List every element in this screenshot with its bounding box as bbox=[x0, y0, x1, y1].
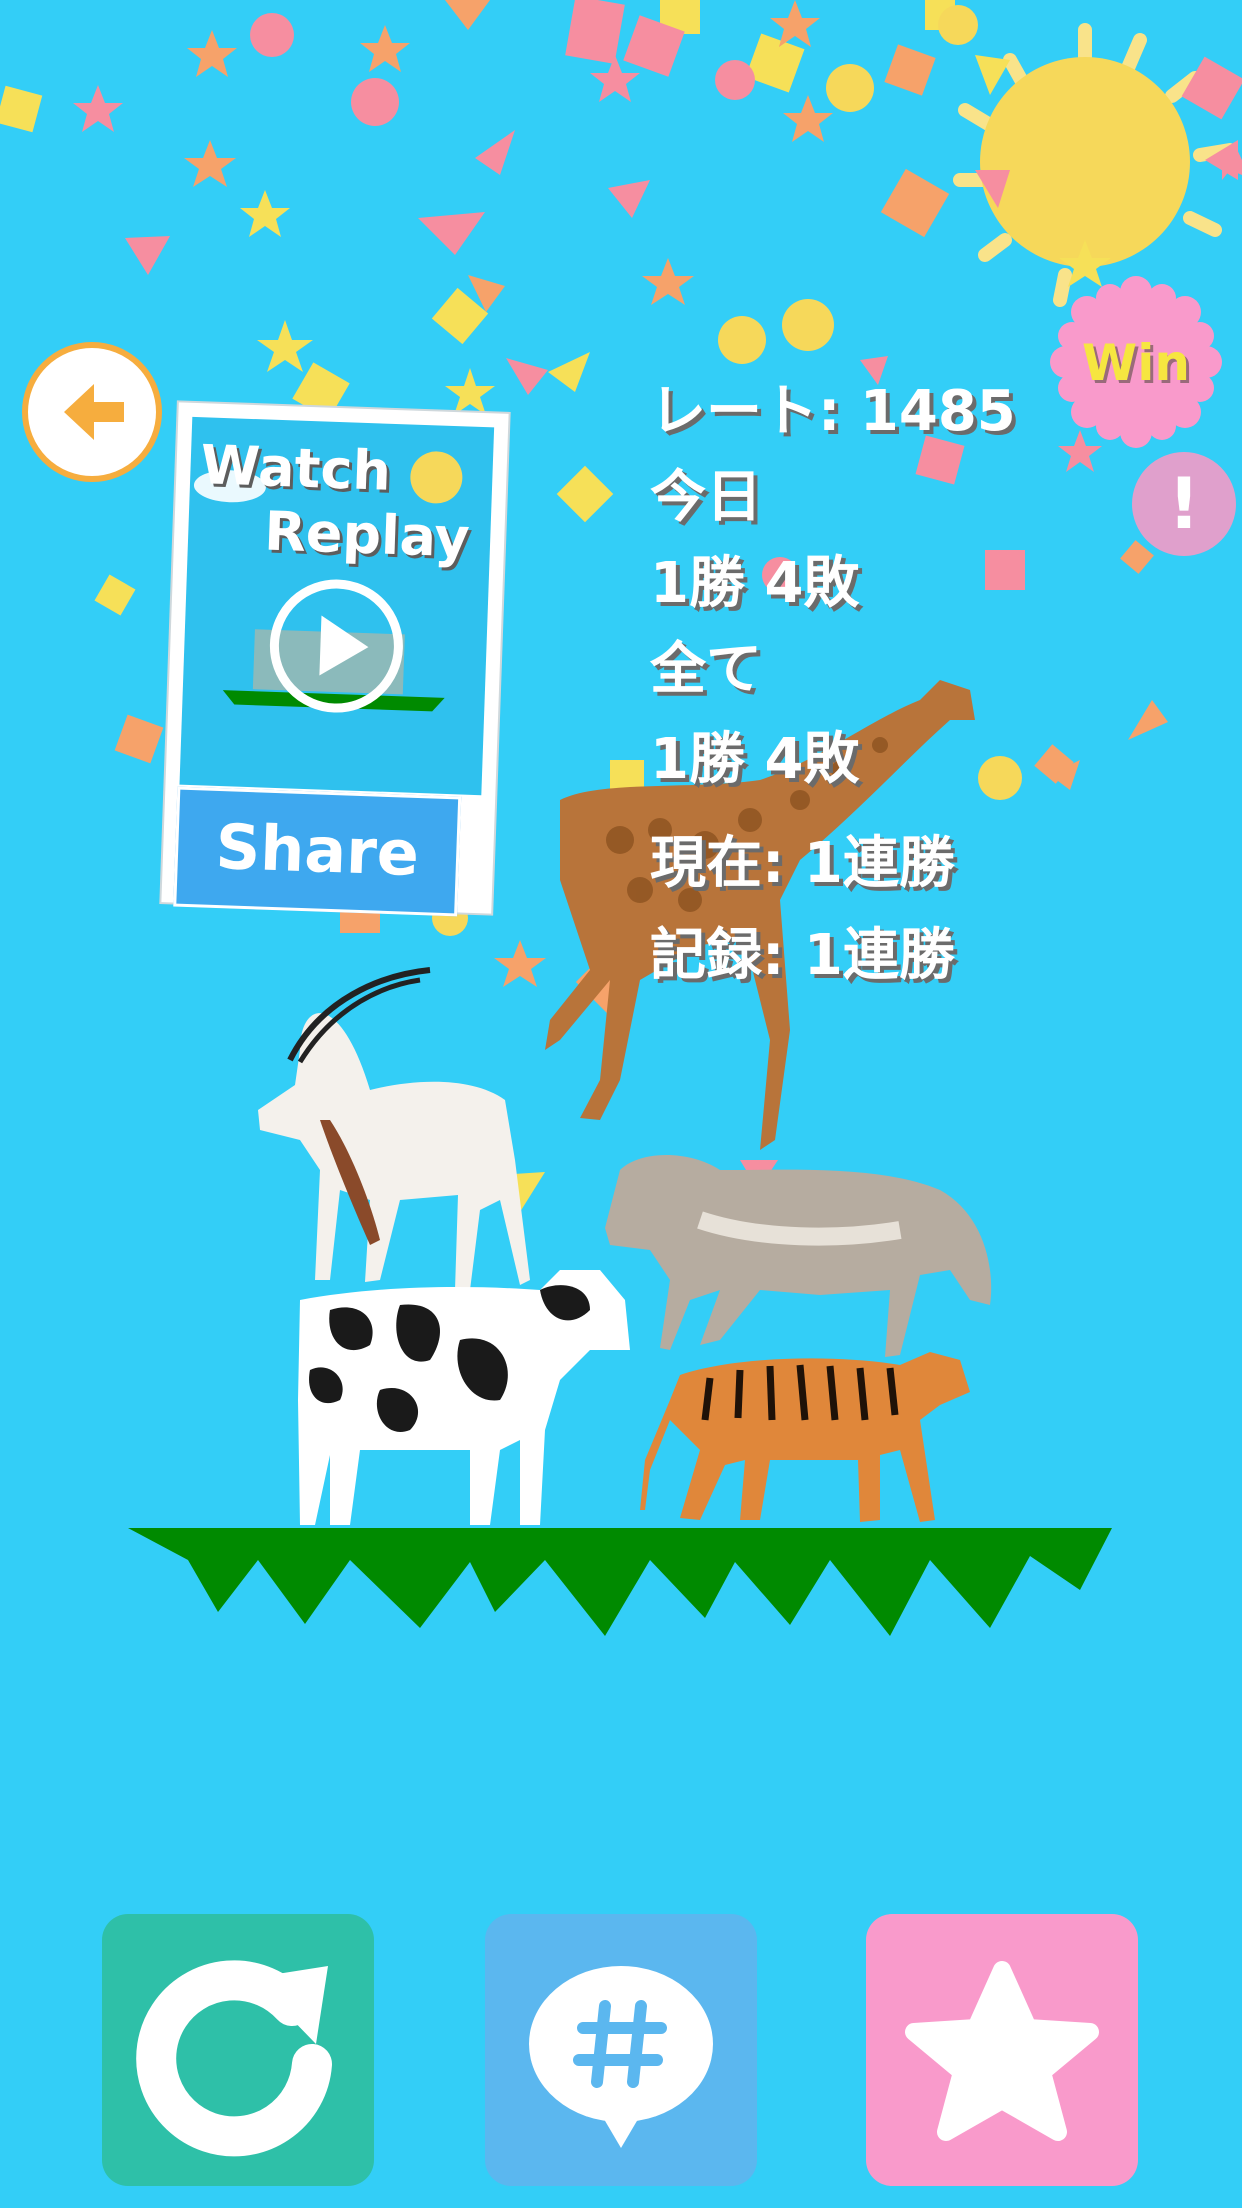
oryx bbox=[258, 967, 530, 1290]
tiger bbox=[640, 1352, 970, 1522]
all-record: 1勝 4敗 bbox=[650, 727, 860, 792]
back-button[interactable] bbox=[22, 342, 162, 482]
retry-button[interactable] bbox=[102, 1914, 374, 2186]
hashtag-button[interactable] bbox=[485, 1914, 757, 2186]
sun-decoration bbox=[953, 23, 1237, 307]
replay-title-line1: Watch bbox=[199, 433, 393, 503]
watch-replay-card[interactable]: Watch Replay Share bbox=[161, 402, 509, 917]
today-label: 今日 bbox=[650, 465, 762, 530]
ground-platform bbox=[128, 1528, 1112, 1636]
share-button[interactable]: Share bbox=[173, 786, 462, 917]
hashtag-speech-icon bbox=[529, 1966, 713, 2148]
refresh-icon bbox=[136, 1960, 332, 2157]
rate-text: レート: 1485 bbox=[650, 379, 1016, 444]
today-record: 1勝 4敗 bbox=[650, 551, 860, 616]
alert-button[interactable]: ! bbox=[1132, 452, 1236, 556]
arrow-left-icon bbox=[64, 384, 124, 440]
play-icon[interactable] bbox=[264, 574, 409, 719]
best-streak: 記録: 1連勝 bbox=[650, 923, 955, 988]
current-streak: 現在: 1連勝 bbox=[650, 831, 955, 896]
replay-thumbnail[interactable]: Watch Replay bbox=[179, 416, 495, 796]
replay-title-line2: Replay bbox=[263, 499, 471, 570]
favorite-button[interactable] bbox=[866, 1914, 1138, 2186]
cow bbox=[298, 1270, 630, 1525]
wolf bbox=[605, 1155, 992, 1357]
all-label: 全て bbox=[650, 637, 762, 702]
star-icon bbox=[905, 1961, 1099, 2141]
exclamation-icon: ! bbox=[1168, 463, 1200, 545]
win-badge: Win bbox=[1048, 274, 1224, 450]
win-label: Win bbox=[1082, 334, 1190, 392]
